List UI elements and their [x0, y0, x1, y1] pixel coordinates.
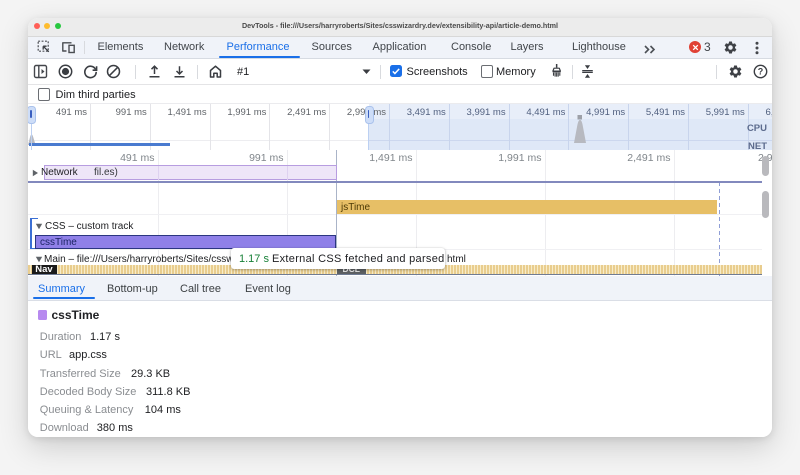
svg-text:?: ?: [757, 66, 763, 76]
